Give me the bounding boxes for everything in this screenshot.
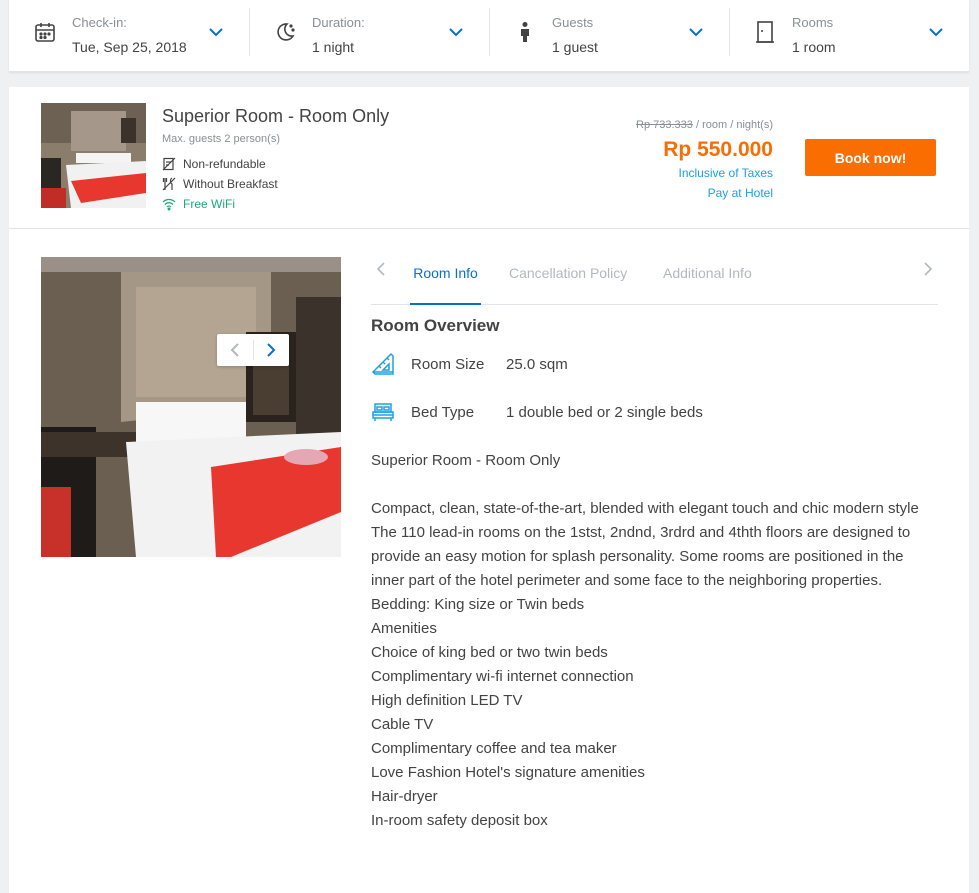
chevron-down-icon: [929, 28, 943, 37]
duration-value: 1 night: [312, 39, 355, 55]
original-price: Rp 733.333: [636, 119, 693, 131]
duration-selector[interactable]: Duration: 1 night: [249, 0, 489, 72]
chevron-left-icon[interactable]: [373, 261, 389, 277]
description-line: Complimentary wi-fi internet connection: [371, 668, 634, 685]
room-header: Superior Room - Room Only Max. guests 2 …: [9, 87, 969, 229]
photo-prev-button[interactable]: [217, 334, 253, 366]
calendar-icon: [35, 23, 55, 42]
description-line: High definition LED TV: [371, 692, 523, 709]
room-size-row: Room Size 25.0 sqm: [371, 352, 568, 376]
room-title: Superior Room - Room Only: [162, 106, 390, 126]
chevron-down-icon: [449, 28, 463, 37]
bed-type-value: 1 double bed or 2 single beds: [506, 403, 703, 421]
guests-selector[interactable]: Guests 1 guest: [489, 0, 729, 72]
feature-label: Without Breakfast: [183, 177, 278, 191]
chevron-right-icon: [267, 343, 276, 357]
description-line: Superior Room - Room Only: [371, 452, 561, 469]
description-line: Cable TV: [371, 716, 434, 733]
description-line: Bedding: King size or Twin beds: [371, 596, 585, 613]
chevron-down-icon: [209, 28, 223, 37]
feature-label: Free WiFi: [183, 197, 235, 211]
feature-non-refundable: Non-refundable: [162, 157, 266, 171]
photo-next-button[interactable]: [253, 334, 289, 366]
wifi-icon: [162, 198, 176, 211]
checkin-value: Tue, Sep 25, 2018: [72, 39, 187, 55]
chevron-down-icon: [689, 28, 703, 37]
price-unit: / room / night(s): [692, 119, 773, 131]
bed-icon: [372, 403, 394, 421]
current-price: Rp 550.000: [663, 138, 773, 161]
room-size-value: 25.0 sqm: [506, 355, 568, 373]
description-line: Love Fashion Hotel's signature amenities: [371, 764, 645, 781]
no-breakfast-icon: [162, 177, 176, 191]
tab-additional-info[interactable]: Additional Info: [663, 257, 752, 305]
ruler-icon: [371, 352, 394, 375]
room-card: Superior Room - Room Only Max. guests 2 …: [9, 87, 969, 893]
description-line: The 110 lead-in rooms on the 1stst, 2ndn…: [371, 524, 911, 589]
description-line: Hair-dryer: [371, 788, 438, 805]
pay-at-hotel: Pay at Hotel: [707, 186, 773, 200]
no-refund-icon: [162, 157, 176, 171]
book-now-button[interactable]: Book now!: [805, 139, 936, 176]
max-guests: Max. guests 2 person(s): [162, 133, 280, 145]
original-price-line: Rp 733.333 / room / night(s): [636, 119, 773, 131]
duration-label: Duration:: [312, 15, 365, 30]
feature-no-breakfast: Without Breakfast: [162, 177, 278, 191]
guests-value: 1 guest: [552, 39, 598, 55]
checkin-label: Check-in:: [72, 15, 127, 30]
room-size-label: Room Size: [411, 355, 485, 373]
chevron-left-icon: [230, 343, 239, 357]
bed-type-row: Bed Type 1 double bed or 2 single beds: [371, 400, 703, 424]
door-icon: [756, 21, 774, 43]
chevron-right-icon[interactable]: [920, 261, 936, 277]
description-spacer: [371, 473, 941, 497]
guests-label: Guests: [552, 15, 594, 30]
search-bar: Check-in: Tue, Sep 25, 2018 Duration: 1 …: [9, 0, 969, 72]
description-line: Amenities: [371, 620, 437, 637]
bed-type-label: Bed Type: [411, 403, 475, 421]
room-photo[interactable]: [41, 257, 341, 557]
rooms-value: 1 room: [792, 39, 836, 55]
rooms-label: Rooms: [792, 15, 834, 30]
tax-note: Inclusive of Taxes: [678, 166, 774, 180]
room-tabs: Room Info Cancellation Policy Additional…: [371, 257, 938, 305]
room-description: Superior Room - Room Only Compact, clean…: [371, 449, 941, 833]
room-overview-title: Room Overview: [371, 316, 500, 335]
moon-icon: [277, 23, 295, 41]
feature-free-wifi: Free WiFi: [162, 197, 235, 211]
person-icon: [521, 22, 529, 42]
price-box: Rp 733.333 / room / night(s) Rp 550.000 …: [636, 119, 773, 203]
description-line: Complimentary coffee and tea maker: [371, 740, 617, 757]
tab-cancellation-policy[interactable]: Cancellation Policy: [509, 257, 627, 305]
description-line: Choice of king bed or two twin beds: [371, 644, 608, 661]
feature-label: Non-refundable: [183, 157, 266, 171]
checkin-selector[interactable]: Check-in: Tue, Sep 25, 2018: [9, 0, 249, 72]
description-line: Compact, clean, state-of-the-art, blende…: [371, 500, 919, 517]
rooms-selector[interactable]: Rooms 1 room: [729, 0, 969, 72]
room-thumbnail[interactable]: [41, 103, 146, 208]
photo-navigation: [217, 334, 289, 366]
tab-room-info[interactable]: Room Info: [410, 257, 481, 305]
description-line: In-room safety deposit box: [371, 812, 548, 829]
